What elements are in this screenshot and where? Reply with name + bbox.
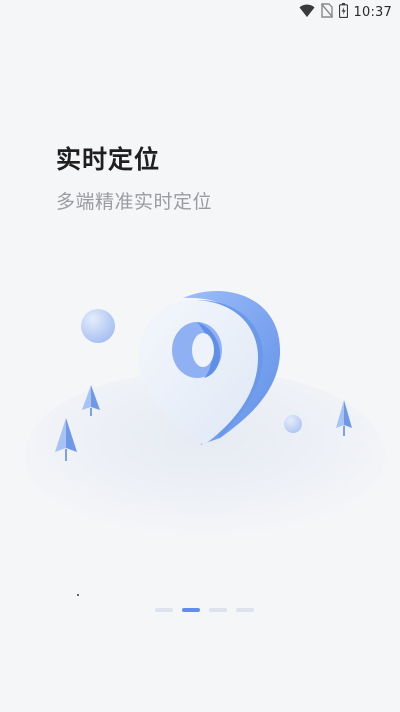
page-dot-1[interactable] — [155, 608, 173, 612]
wifi-icon — [299, 3, 315, 22]
floating-orb-large — [81, 309, 115, 343]
status-time: 10:37 — [353, 4, 392, 20]
status-bar: 10:37 — [0, 0, 400, 24]
location-illustration — [0, 270, 400, 570]
page-title: 实时定位 — [56, 145, 161, 174]
no-sim-icon — [320, 2, 333, 22]
page-dot-4[interactable] — [236, 608, 254, 612]
page-subtitle: 多端精准实时定位 — [56, 191, 213, 213]
page-indicator — [155, 608, 254, 612]
status-icons: 10:37 — [299, 2, 392, 22]
page-dot-2-active[interactable] — [182, 608, 200, 612]
floating-orb-small — [284, 415, 302, 433]
page-dot-3[interactable] — [209, 608, 227, 612]
speck — [77, 594, 79, 596]
battery-icon — [338, 2, 348, 22]
